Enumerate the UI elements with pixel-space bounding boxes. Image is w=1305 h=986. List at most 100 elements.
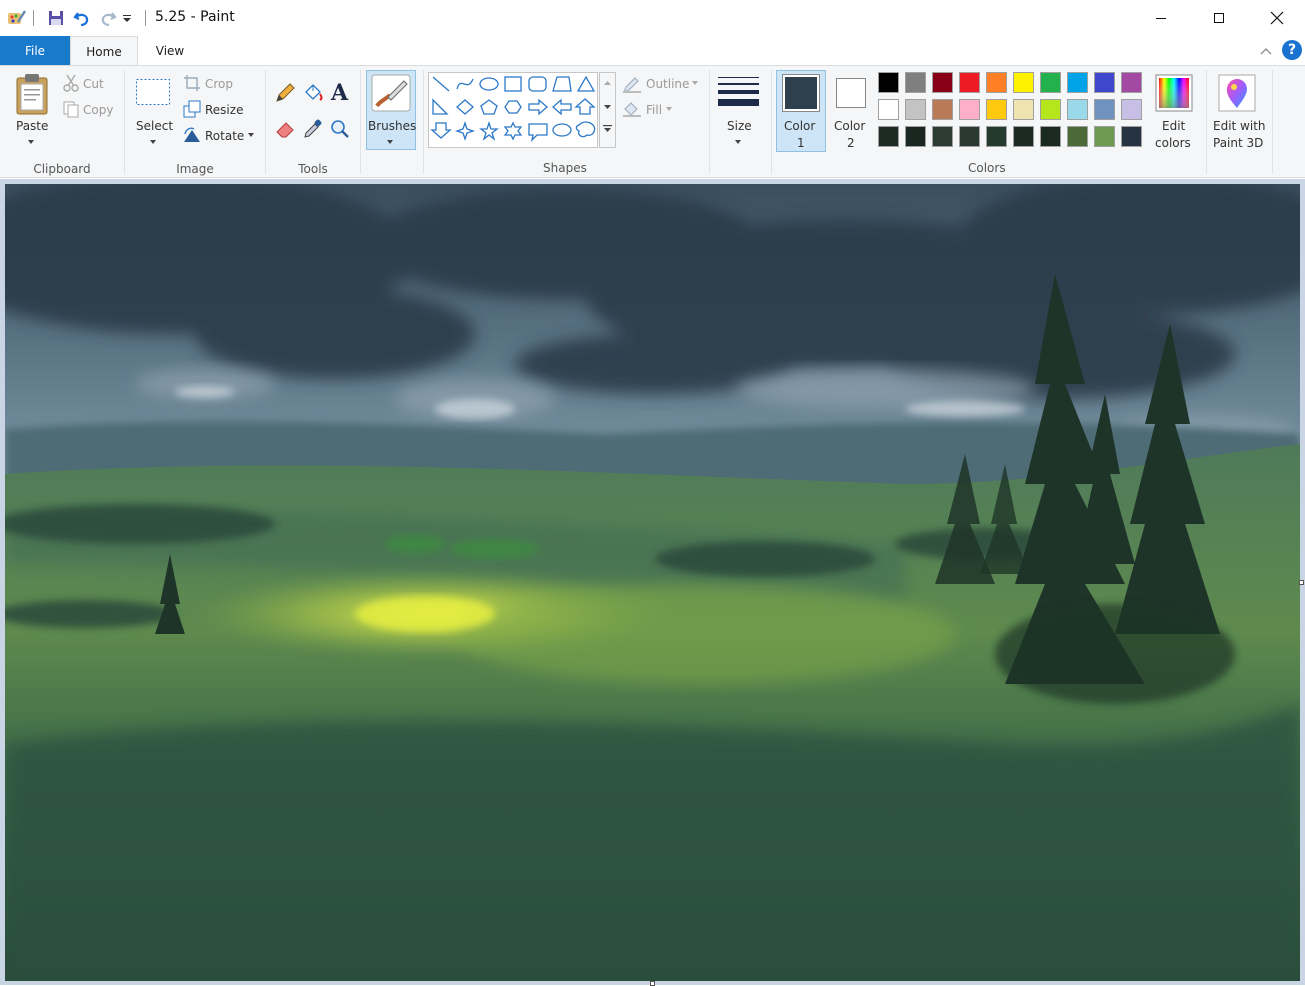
resize-handle-right[interactable] — [1299, 580, 1304, 585]
palette-swatch[interactable] — [1040, 72, 1061, 93]
palette-swatch[interactable] — [932, 72, 953, 93]
palette-swatch[interactable] — [1094, 99, 1115, 120]
palette-swatch[interactable] — [878, 126, 899, 147]
eraser-icon[interactable] — [274, 118, 296, 143]
tab-home[interactable]: Home — [70, 36, 138, 66]
undo-icon[interactable] — [72, 8, 92, 28]
resize-handle-bottom[interactable] — [650, 981, 655, 986]
drawing-canvas[interactable] — [5, 184, 1300, 981]
svg-text:A: A — [330, 81, 349, 103]
size-dropdown-icon[interactable] — [735, 140, 741, 144]
color2-number: 2 — [847, 136, 855, 150]
palette-swatch[interactable] — [932, 126, 953, 147]
palette-swatch[interactable] — [1013, 72, 1034, 93]
palette-swatch[interactable] — [1094, 126, 1115, 147]
paint3d-icon[interactable] — [1218, 74, 1256, 115]
select-button-label[interactable]: Select — [136, 119, 173, 133]
paste-button-label[interactable]: Paste — [16, 119, 48, 133]
rotate-dropdown-icon[interactable] — [248, 133, 254, 137]
color2-swatch[interactable] — [836, 78, 866, 108]
palette-swatch[interactable] — [1067, 72, 1088, 93]
cut-button[interactable]: Cut — [83, 77, 104, 91]
palette-swatch[interactable] — [1040, 126, 1061, 147]
palette-swatch[interactable] — [1121, 99, 1142, 120]
palette-swatch[interactable] — [1067, 99, 1088, 120]
maximize-button[interactable] — [1190, 0, 1248, 36]
outline-button[interactable]: Outline — [646, 77, 689, 91]
color-picker-icon[interactable] — [302, 118, 324, 143]
palette-swatch[interactable] — [878, 99, 899, 120]
palette-swatch[interactable] — [905, 126, 926, 147]
tab-view[interactable]: View — [138, 36, 202, 65]
separator — [1206, 70, 1207, 174]
palette-swatch[interactable] — [959, 72, 980, 93]
outline-dropdown-icon[interactable] — [692, 81, 698, 85]
palette-swatch[interactable] — [878, 72, 899, 93]
size-icon[interactable] — [718, 75, 760, 112]
palette-swatch[interactable] — [959, 126, 980, 147]
redo-icon[interactable] — [98, 8, 118, 28]
palette-swatch[interactable] — [932, 99, 953, 120]
paste-dropdown-icon[interactable] — [28, 140, 34, 144]
scroll-up-icon — [604, 81, 611, 85]
crop-button[interactable]: Crop — [205, 77, 233, 91]
four-point-star-shape-icon — [454, 120, 476, 142]
shapes-gallery[interactable] — [428, 72, 598, 148]
edit-colors-label-1[interactable]: Edit — [1162, 119, 1185, 133]
minimize-button[interactable] — [1132, 0, 1190, 36]
canvas-workspace[interactable] — [0, 179, 1305, 986]
palette-swatch[interactable] — [1067, 126, 1088, 147]
separator — [1272, 70, 1273, 174]
separator — [33, 10, 34, 26]
magnifier-icon[interactable] — [329, 118, 351, 143]
fill-button[interactable]: Fill — [646, 103, 662, 117]
palette-swatch[interactable] — [1121, 72, 1142, 93]
paint-app-icon[interactable] — [6, 8, 26, 28]
ribbon-tabs: File Home View ? — [0, 36, 1305, 66]
color2-label[interactable]: Color — [834, 119, 865, 133]
palette-swatch[interactable] — [905, 72, 926, 93]
copy-button[interactable]: Copy — [83, 103, 113, 117]
scroll-down-icon — [604, 105, 611, 109]
palette-swatch[interactable] — [1094, 72, 1115, 93]
palette-swatch[interactable] — [1013, 99, 1034, 120]
edit-paint3d-label-1[interactable]: Edit with — [1213, 119, 1266, 133]
palette-swatch[interactable] — [959, 99, 980, 120]
colors-group-label: Colors — [968, 161, 1006, 175]
fill-bucket-icon[interactable] — [302, 82, 324, 107]
rotate-button[interactable]: Rotate — [205, 129, 244, 143]
collapse-ribbon-icon[interactable] — [1257, 42, 1275, 60]
text-icon[interactable]: A — [329, 80, 351, 106]
image-group: Select Crop Resize Rotate Image — [125, 66, 265, 179]
paste-icon[interactable] — [12, 72, 52, 119]
title-bar: 5.25 - Paint — [0, 0, 1305, 36]
edit-colors-label-2[interactable]: colors — [1155, 136, 1191, 150]
select-dropdown-icon[interactable] — [150, 140, 156, 144]
shapes-expand-icon — [604, 128, 611, 132]
edit-paint3d-label-2[interactable]: Paint 3D — [1213, 136, 1263, 150]
close-button[interactable] — [1248, 0, 1305, 36]
palette-swatch[interactable] — [986, 99, 1007, 120]
palette-swatch[interactable] — [986, 72, 1007, 93]
palette-swatch[interactable] — [986, 126, 1007, 147]
select-icon[interactable] — [135, 78, 171, 109]
palette-swatch[interactable] — [1121, 126, 1142, 147]
pencil-icon[interactable] — [274, 82, 296, 107]
palette-swatch[interactable] — [1013, 126, 1034, 147]
image-group-label: Image — [176, 162, 214, 176]
help-icon[interactable]: ? — [1282, 40, 1302, 60]
customize-quick-access-icon[interactable] — [120, 8, 134, 28]
palette-swatch[interactable] — [1040, 99, 1061, 120]
resize-button[interactable]: Resize — [205, 103, 243, 117]
fill-dropdown-icon[interactable] — [666, 107, 672, 111]
brushes-dropdown-icon[interactable] — [387, 140, 393, 144]
shapes-scrollbar[interactable] — [599, 72, 616, 148]
right-triangle-shape-icon — [432, 98, 449, 115]
right-arrow-shape-icon — [528, 98, 548, 116]
edit-colors-icon[interactable] — [1155, 74, 1193, 115]
shapes-group-label: Shapes — [543, 161, 587, 175]
rounded-callout-shape-icon — [528, 123, 548, 142]
tab-file[interactable]: File — [0, 36, 70, 65]
save-icon[interactable] — [46, 8, 66, 28]
palette-swatch[interactable] — [905, 99, 926, 120]
